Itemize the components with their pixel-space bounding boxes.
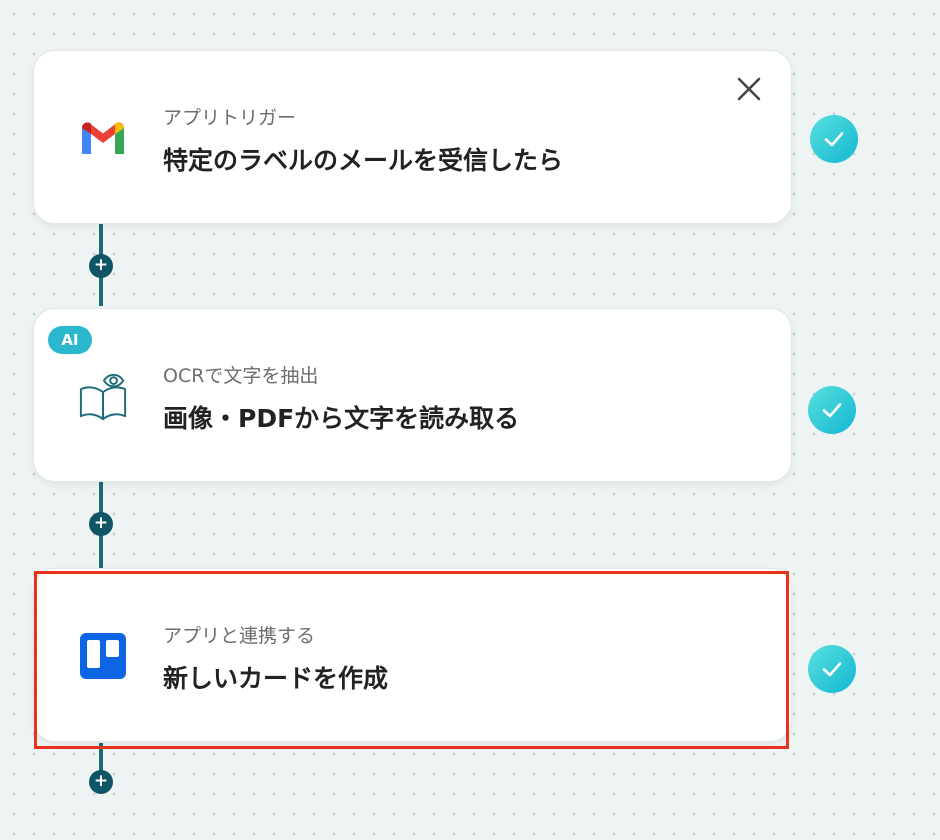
add-step-button[interactable]: + — [89, 512, 113, 536]
close-icon[interactable] — [733, 73, 765, 105]
check-icon — [808, 386, 856, 434]
check-icon — [808, 645, 856, 693]
add-step-button[interactable]: + — [89, 254, 113, 278]
step-title: 特定のラベルのメールを受信したら — [163, 146, 564, 175]
ai-badge: AI — [48, 326, 92, 354]
step-title: 新しいカードを作成 — [163, 664, 389, 693]
gmail-icon — [78, 113, 128, 163]
step-type-label: OCRで文字を抽出 — [163, 365, 319, 387]
ocr-book-eye-icon — [78, 371, 128, 421]
check-icon — [810, 115, 858, 163]
add-step-button[interactable]: + — [89, 770, 113, 794]
step-type-label: アプリと連携する — [163, 625, 316, 647]
flow-step-card-trigger[interactable]: アプリトリガー 特定のラベルのメールを受信したら — [33, 50, 792, 224]
step-title: 画像・PDFから文字を読み取る — [163, 404, 520, 433]
flow-step-card-ocr[interactable]: OCRで文字を抽出 画像・PDFから文字を読み取る — [33, 308, 792, 482]
flow-step-card-action[interactable]: アプリと連携する 新しいカードを作成 — [33, 568, 792, 742]
trello-icon — [78, 631, 128, 681]
step-type-label: アプリトリガー — [163, 107, 297, 129]
